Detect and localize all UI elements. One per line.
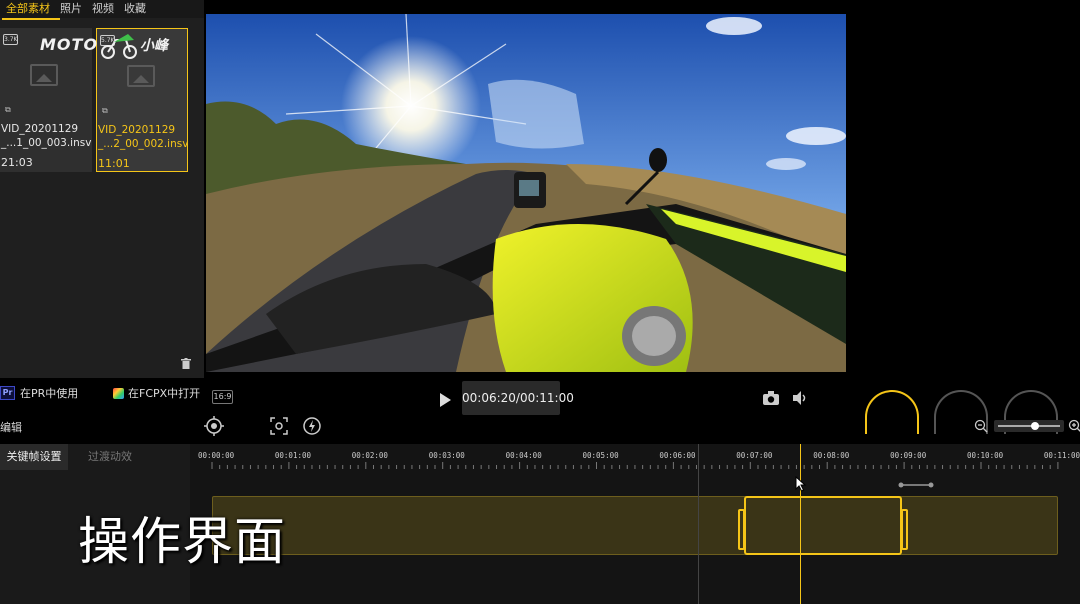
media-filename: VID_20201129_...1_00_003.insv — [1, 123, 92, 149]
video-preview[interactable] — [206, 14, 846, 372]
tab-photos[interactable]: 照片 — [60, 0, 82, 18]
tick-label: 00:04:00 — [505, 451, 542, 460]
mouse-cursor-icon — [795, 476, 807, 492]
clip-trim-handle-right[interactable] — [901, 509, 908, 550]
tab-all-media[interactable]: 全部素材 — [6, 0, 50, 18]
open-in-fcpx-button[interactable]: 在FCPX中打开 — [113, 385, 200, 401]
zoom-slider[interactable] — [994, 420, 1064, 432]
current-position-marker — [698, 444, 699, 604]
use-in-premiere-button[interactable]: Pr 在PR中使用 — [0, 385, 78, 401]
media-item-selected[interactable]: 5.7K ⧉ VID_20201129_...2_00_002.insv 11:… — [96, 28, 188, 172]
clip-trim-handle-left[interactable] — [738, 509, 745, 550]
video-track[interactable] — [212, 496, 1058, 555]
tick-label: 00:05:00 — [582, 451, 619, 460]
playhead[interactable] — [800, 444, 801, 604]
zoom-out-icon[interactable] — [974, 419, 988, 433]
timeline[interactable]: 00:00:00 00:01:00 00:02:00 00:03:00 00:04:00… — [190, 444, 1080, 604]
tick-label: 00:09:00 — [890, 451, 927, 460]
zoom-slider-track — [998, 425, 1060, 427]
view-mode-button-active[interactable] — [865, 390, 919, 434]
tick-label: 00:02:00 — [351, 451, 388, 460]
tick-label: 00:08:00 — [813, 451, 850, 460]
resolution-badge: 3.7K — [3, 34, 18, 45]
image-placeholder-icon — [30, 64, 58, 86]
timecode-display: 00:06:20/00:11:00 — [462, 381, 574, 415]
library-tabs: 全部素材 照片 视频 收藏 — [0, 0, 204, 18]
speed-icon[interactable] — [302, 416, 322, 436]
time-ruler[interactable]: 00:00:00 00:01:00 00:02:00 00:03:00 00:04:00… — [190, 444, 1080, 470]
editor-toolbar: Pr 在PR中使用 在FCPX中打开 16:9 00:06:20/00:11:0… — [0, 378, 1080, 444]
trash-icon[interactable] — [181, 358, 191, 369]
ruler-ticks — [211, 462, 1059, 469]
tick-label: 00:10:00 — [967, 451, 1004, 460]
media-filename: VID_20201129_...2_00_002.insv — [98, 124, 189, 150]
tick-label: 00:07:00 — [736, 451, 773, 460]
play-icon[interactable] — [436, 391, 454, 409]
open-in-fcpx-label: 在FCPX中打开 — [128, 387, 201, 400]
media-library-panel: 全部素材 照片 视频 收藏 3.7K ⧉ VID_20201129_...1_0… — [0, 0, 204, 380]
tick-label: 00:03:00 — [428, 451, 465, 460]
media-duration: 11:01 — [98, 157, 130, 170]
vr-icon: ⧉ — [102, 106, 108, 115]
aspect-ratio-button[interactable]: 16:9 — [212, 390, 233, 404]
preview-frame-image — [206, 14, 846, 372]
media-duration: 21:03 — [1, 156, 33, 169]
premiere-icon: Pr — [0, 386, 15, 400]
tick-label: 00:06:00 — [659, 451, 696, 460]
tick-label: 00:01:00 — [274, 451, 312, 460]
media-item[interactable]: 3.7K ⧉ VID_20201129_...1_00_003.insv 21:… — [0, 28, 92, 172]
use-in-premiere-label: 在PR中使用 — [20, 387, 79, 400]
tab-favorites[interactable]: 收藏 — [124, 0, 146, 18]
fcpx-icon — [113, 387, 124, 399]
image-placeholder-icon — [127, 65, 155, 87]
keyframe-settings-panel: 关键帧设置 过渡动效 — [0, 444, 190, 604]
edit-section-label: 编辑 — [0, 421, 22, 434]
active-tab-indicator — [2, 18, 60, 20]
volume-icon[interactable] — [791, 390, 809, 406]
selected-clip-segment[interactable] — [738, 496, 908, 555]
vr-icon: ⧉ — [5, 105, 11, 114]
reframe-icon[interactable] — [269, 416, 289, 436]
target-icon[interactable] — [204, 416, 224, 436]
tick-label: 00:00:00 — [198, 451, 235, 460]
tab-transition-effects[interactable]: 过渡动效 — [80, 444, 140, 470]
resolution-badge: 5.7K — [100, 35, 115, 46]
tick-label: 00:11:00 — [1043, 451, 1080, 460]
zoom-in-icon[interactable] — [1068, 419, 1080, 433]
tab-keyframe-settings[interactable]: 关键帧设置 — [0, 444, 68, 470]
tab-videos[interactable]: 视频 — [92, 0, 114, 18]
camera-icon[interactable] — [762, 390, 780, 406]
keyframe-pair-icon[interactable] — [898, 481, 934, 489]
zoom-slider-knob[interactable] — [1031, 422, 1040, 430]
